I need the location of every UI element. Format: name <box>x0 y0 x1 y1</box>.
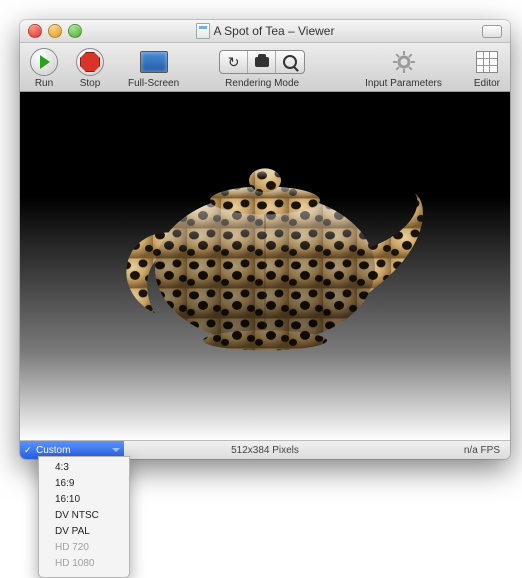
rendering-mode-camera-button[interactable] <box>248 51 276 73</box>
aspect-option[interactable]: DV PAL <box>39 524 129 540</box>
render-viewport[interactable] <box>20 92 510 440</box>
stop-button[interactable] <box>76 48 104 76</box>
toolbar: Run Stop Full-Screen ↻ <box>20 43 510 92</box>
editor-label: Editor <box>474 78 500 89</box>
viewer-window: A Spot of Tea – Viewer Run Stop <box>20 20 510 459</box>
editor-group: Editor <box>474 47 500 89</box>
refresh-icon: ↻ <box>228 54 240 71</box>
close-window-button[interactable] <box>28 24 42 38</box>
run-label: Run <box>35 78 53 89</box>
rendering-mode-zoom-button[interactable] <box>276 51 304 73</box>
aspect-preset-menu: 4:3 16:9 16:10 DV NTSC DV PAL HD 720 HD … <box>38 456 130 578</box>
minimize-window-button[interactable] <box>48 24 62 38</box>
rendering-mode-segmented: ↻ <box>219 50 305 74</box>
aspect-option[interactable]: DV NTSC <box>39 508 129 524</box>
fullscreen-button[interactable] <box>140 51 168 73</box>
fullscreen-group: Full-Screen <box>128 47 179 89</box>
run-group: Run <box>30 47 58 89</box>
run-button[interactable] <box>30 48 58 76</box>
aspect-option: HD 1080 <box>39 556 129 572</box>
titlebar: A Spot of Tea – Viewer <box>20 20 510 43</box>
aspect-preset-selected: Custom <box>36 445 70 456</box>
window-title: A Spot of Tea – Viewer <box>20 23 510 39</box>
aspect-option[interactable]: 4:3 <box>39 460 129 476</box>
stop-icon <box>80 52 100 72</box>
input-parameters-button[interactable] <box>392 50 416 74</box>
input-parameters-group: Input Parameters <box>365 47 442 89</box>
document-icon <box>196 23 210 39</box>
zoom-window-button[interactable] <box>68 24 82 38</box>
aspect-option[interactable]: 16:10 <box>39 492 129 508</box>
gear-icon <box>392 50 416 74</box>
aspect-option: HD 720 <box>39 540 129 556</box>
toolbar-toggle-button[interactable] <box>482 25 502 38</box>
fullscreen-label: Full-Screen <box>128 78 179 89</box>
magnifier-icon <box>283 55 297 69</box>
camera-icon <box>255 57 269 67</box>
aspect-option[interactable]: 16:9 <box>39 476 129 492</box>
teapot-render <box>85 138 445 358</box>
rendering-mode-label: Rendering Mode <box>225 78 299 89</box>
stop-group: Stop <box>76 47 104 89</box>
rendering-mode-group: ↻ Rendering Mode <box>219 47 305 89</box>
stop-label: Stop <box>80 78 101 89</box>
window-controls <box>28 24 82 38</box>
editor-button[interactable] <box>476 51 498 73</box>
fps-readout: n/a FPS <box>464 445 510 456</box>
input-parameters-label: Input Parameters <box>365 78 442 89</box>
play-icon <box>40 55 50 69</box>
window-title-text: A Spot of Tea – Viewer <box>214 24 335 38</box>
rendering-mode-reload-button[interactable]: ↻ <box>220 51 248 73</box>
